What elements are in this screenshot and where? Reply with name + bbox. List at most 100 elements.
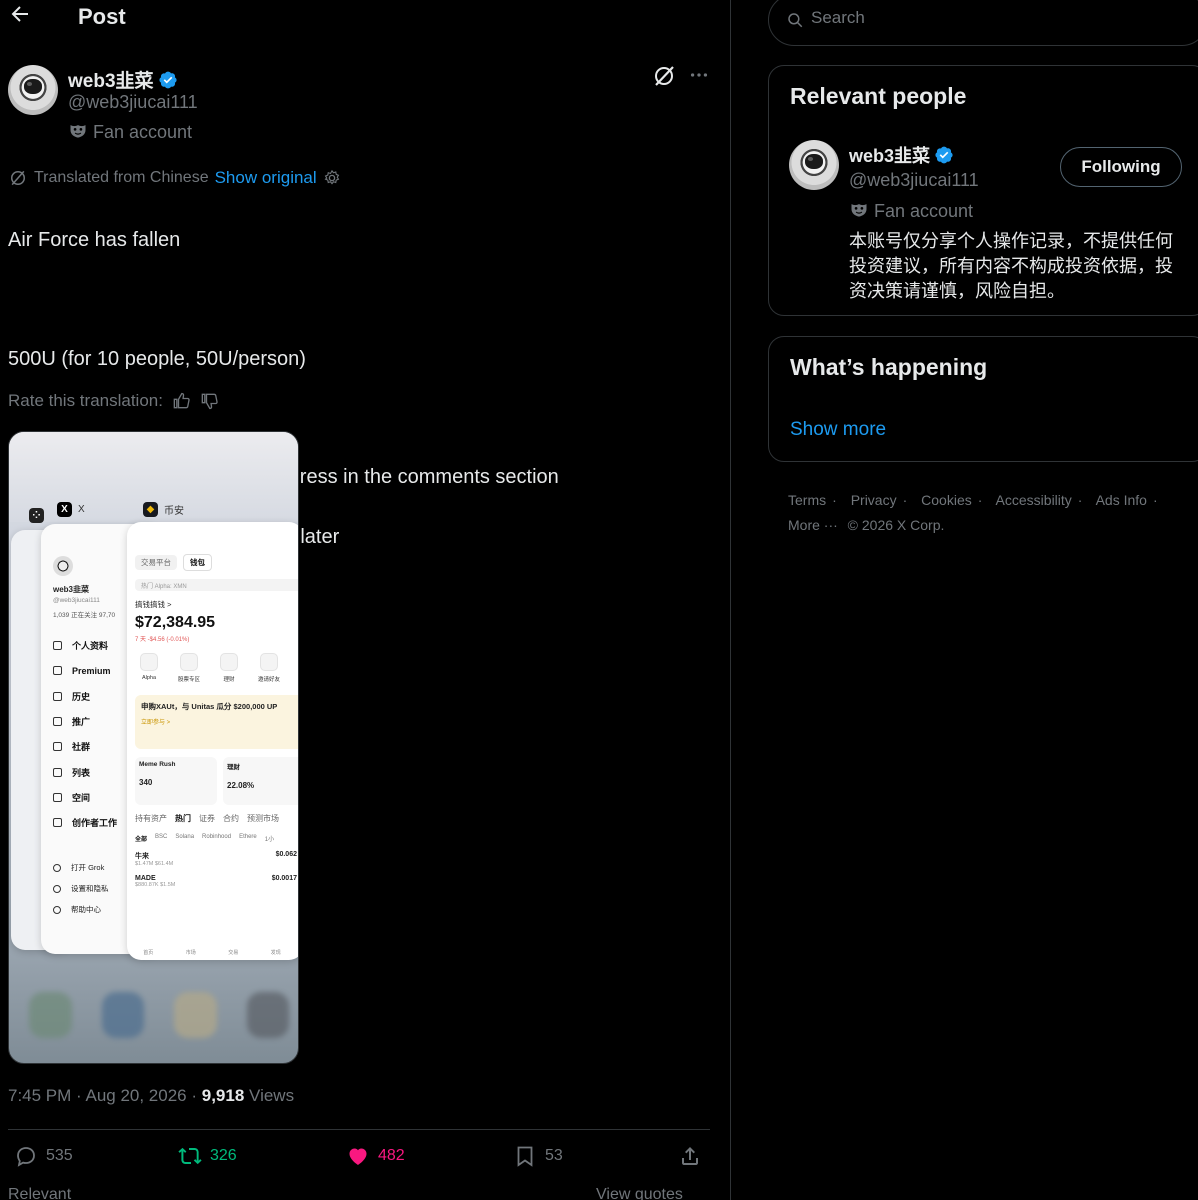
search-bar[interactable] [768, 0, 1198, 46]
x-menu-label: 个人资料 [72, 641, 109, 652]
bookmark-count: 53 [545, 1147, 563, 1164]
reply-count: 535 [46, 1147, 73, 1164]
footer-link[interactable]: Ads Info [1096, 492, 1147, 508]
post-timestamp[interactable]: 7:45 PM · Aug 20, 2026 · [8, 1086, 197, 1105]
app-binance-name: 币安 [164, 506, 184, 517]
binance-balance-change: 7 天 -$4.56 (-0.01%) [135, 637, 190, 643]
menu-item-icon [53, 884, 61, 893]
search-icon [788, 13, 803, 28]
whats-happening-panel: What’s happening Show more [768, 336, 1198, 462]
thumbs-up-icon[interactable] [171, 391, 191, 411]
token-row: MADE $880.87K $1.5M $0.0017 [135, 875, 298, 888]
binance-chain-filters: 全部 BSC Solana Robinhood Ethere 1小 [135, 834, 298, 843]
repost-count: 326 [210, 1147, 237, 1164]
post-image[interactable]: ⁘ XX ◆ 币安 web3韭菜 @web3jiucai111 1,039 正在关… [8, 431, 299, 1064]
menu-item-icon [53, 641, 62, 651]
promo-text: 申购XAUt，与 Unitas 瓜分 $200,000 UP [141, 702, 278, 711]
menu-item-icon [53, 767, 62, 777]
token-price: $0.0017 [271, 875, 297, 882]
settings-gear-icon[interactable] [323, 169, 341, 187]
mask-icon [851, 204, 867, 217]
binance-tiles: Meme Rush 340 理财 22.08% [135, 757, 298, 805]
binance-tab-active: 钱包 [183, 554, 212, 571]
binance-tile: 理财 22.08% [223, 757, 298, 805]
nav-label: 交易 [228, 950, 239, 956]
tile-value: 22.08% [227, 781, 255, 790]
bookmark-button[interactable]: 53 [513, 1144, 563, 1168]
verified-badge-icon [935, 146, 953, 164]
footer-link[interactable]: Cookies [921, 492, 972, 508]
tile-title: 理财 [227, 764, 240, 771]
author-name[interactable]: web3韭菜 [68, 71, 154, 92]
binance-balance: $72,384.95 [135, 614, 216, 631]
bookmark-icon [517, 1146, 533, 1167]
x-menu-label: 推广 [72, 717, 91, 728]
binance-market-tabs: 持有资产 热门 证券 合约 预测市场 [135, 813, 298, 824]
share-button[interactable] [678, 1144, 702, 1168]
x-menu-label: Premium [72, 665, 111, 676]
menu-item-icon [53, 818, 62, 828]
more-options-button[interactable] [688, 64, 712, 88]
reply-button[interactable]: 535 [14, 1144, 73, 1168]
rate-translation-label: Rate this translation: [8, 391, 163, 410]
thumbs-down-icon[interactable] [199, 391, 219, 411]
footer-link[interactable]: Privacy [851, 492, 897, 508]
footer-more-link[interactable]: More ··· [788, 517, 838, 533]
divider [8, 1129, 710, 1130]
app-label-grid: ⁘ [29, 508, 44, 523]
show-original-link[interactable]: Show original [215, 168, 317, 188]
like-button[interactable]: 482 [346, 1144, 405, 1168]
binance-tile: Meme Rush 340 [135, 757, 217, 805]
show-more-link[interactable]: Show more [790, 419, 886, 441]
shortcut-label: 邀请好友 [257, 677, 280, 683]
shortcut-icon [260, 653, 278, 671]
app-label-binance: ◆ 币安 [143, 502, 184, 517]
footer-link[interactable]: Accessibility [996, 492, 1072, 508]
chain-filter: 1小 [264, 837, 275, 843]
author-avatar[interactable] [8, 65, 58, 115]
relevant-person-name[interactable]: web3韭菜 [849, 146, 930, 166]
search-input[interactable] [811, 8, 1111, 28]
verified-badge-icon [158, 71, 177, 89]
x-menu-label: 创作者工作 [72, 818, 118, 829]
token-row: 牛来 $1.47M $61.4M $0.062 [135, 851, 298, 867]
x-menu-label: 社群 [72, 742, 91, 753]
binance-shortcuts: Alpha 股票专区 理财 邀请好友 [135, 653, 298, 683]
author-handle[interactable]: @web3jiucai111 [68, 92, 198, 113]
chain-filter: BSC [155, 834, 168, 840]
repost-button[interactable]: 326 [178, 1144, 237, 1168]
promo-link: 立即参与 > [141, 720, 171, 726]
x-menu-bottom-label: 设置和隐私 [71, 884, 109, 894]
grok-button[interactable] [652, 64, 678, 90]
binance-promo-banner: 申购XAUt，与 Unitas 瓜分 $200,000 UP 立即参与 > [135, 695, 298, 749]
app-x-name: X [78, 504, 85, 515]
tile-title: Meme Rush [139, 761, 176, 768]
view-quotes-link[interactable]: View quotes [596, 1186, 683, 1200]
relevant-person-avatar[interactable] [789, 140, 839, 190]
relevant-people-title: Relevant people [790, 83, 967, 109]
relevant-person-name-row[interactable]: web3韭菜 [849, 142, 954, 168]
shortcut-icon [140, 653, 158, 671]
binance-balance-label: 搞钱搞钱 > [135, 600, 172, 609]
token-price: $0.062 [275, 851, 297, 858]
menu-item-icon [53, 666, 62, 676]
views-count: 9,918 [201, 1086, 245, 1105]
footer-link[interactable]: Terms [788, 492, 826, 508]
relevant-person-fan-label: Fan account [849, 200, 973, 222]
author-name-row[interactable]: web3韭菜 [68, 66, 178, 93]
x-menu-label: 空间 [72, 792, 91, 803]
market-tab: 证券 [199, 814, 215, 823]
shortcut-icon [220, 653, 238, 671]
relevant-person-handle[interactable]: @web3jiucai111 [849, 170, 979, 191]
menu-item-icon [53, 691, 62, 701]
shortcut-label: Alpha [141, 675, 157, 681]
menu-item-icon [53, 717, 62, 727]
market-tab-active: 热门 [175, 814, 191, 823]
post-text-line: 500U (for 10 people, 50U/person) [8, 347, 306, 370]
back-button[interactable] [8, 2, 36, 30]
blurred-dock [29, 992, 289, 1042]
following-button[interactable]: Following [1060, 147, 1182, 187]
token-sub: $880.87K $1.5M [135, 882, 176, 888]
relevant-replies-sort[interactable]: Relevant [8, 1186, 71, 1200]
x-profile-avatar [53, 556, 73, 576]
